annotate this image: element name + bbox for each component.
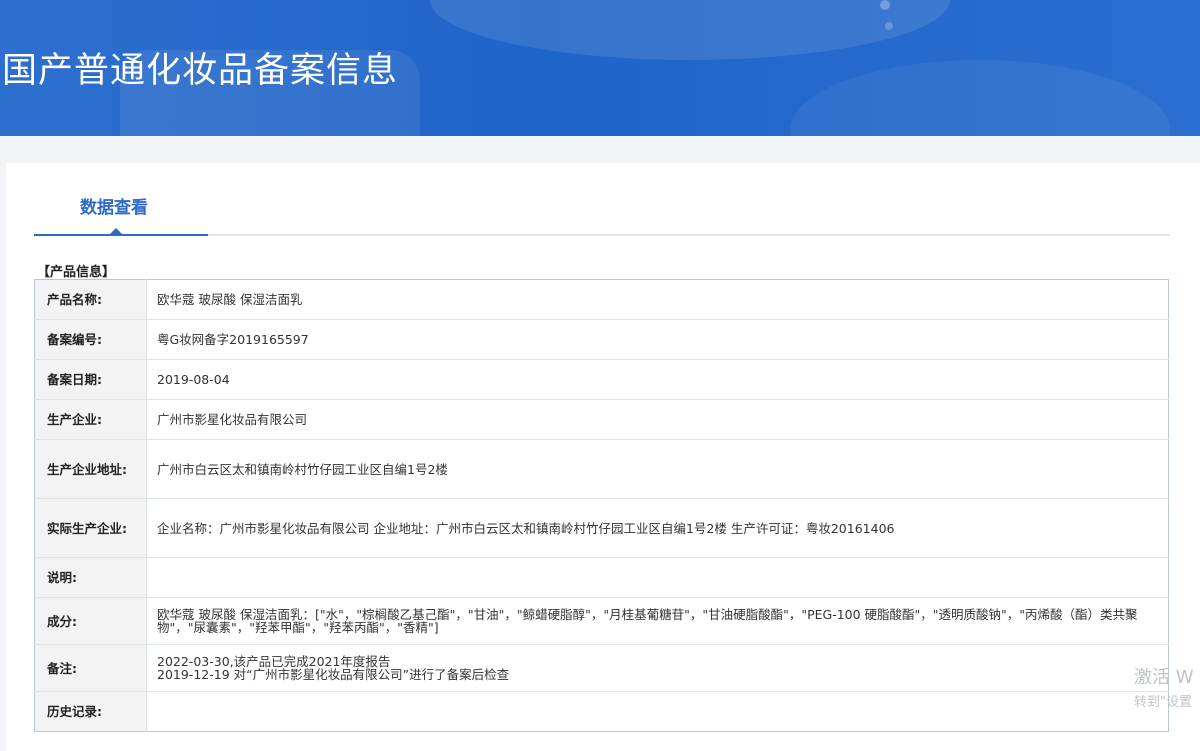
- row-value: [147, 692, 1169, 732]
- table-row: 备案日期: 2019-08-04: [34, 359, 1169, 400]
- tab-bar: 数据查看: [34, 163, 1170, 236]
- table-row: 备注: 2022-03-30,该产品已完成2021年度报告 2019-12-19…: [34, 644, 1169, 692]
- tab-data-view[interactable]: 数据查看: [34, 163, 208, 236]
- content-panel: 数据查看 【产品信息】 产品名称: 欧华蔻 玻尿酸 保湿洁面乳 备案编号: 粤G…: [6, 163, 1200, 751]
- row-label: 说明:: [34, 557, 147, 598]
- row-label: 产品名称:: [34, 279, 147, 320]
- tab-label: 数据查看: [80, 198, 148, 218]
- page-title: 国产普通化妆品备案信息: [2, 51, 399, 91]
- product-info-table: 产品名称: 欧华蔻 玻尿酸 保湿洁面乳 备案编号: 粤G妆网备字20191655…: [34, 279, 1169, 732]
- banner-decoration: [790, 60, 1170, 136]
- row-value: 欧华蔻 玻尿酸 保湿洁面乳: [146, 279, 1169, 320]
- table-row: 说明:: [34, 557, 1169, 598]
- table-row: 产品名称: 欧华蔻 玻尿酸 保湿洁面乳: [34, 279, 1169, 320]
- row-label: 成分:: [34, 597, 147, 645]
- remark-line: 2019-12-19 对“广州市影星化妆品有限公司”进行了备案后检查: [157, 667, 510, 682]
- banner-dot: [885, 22, 893, 30]
- section-title: 【产品信息】: [37, 265, 116, 280]
- row-label: 备案编号:: [34, 319, 147, 360]
- row-value: 2019-08-04: [146, 359, 1169, 400]
- table-row: 实际生产企业: 企业名称：广州市影星化妆品有限公司 企业地址：广州市白云区太和镇…: [34, 498, 1169, 558]
- row-value: 粤G妆网备字2019165597: [146, 319, 1169, 360]
- header-banner: 国产普通化妆品备案信息: [0, 0, 1200, 136]
- row-value: 广州市白云区太和镇南岭村竹仔园工业区自编1号2楼: [146, 439, 1169, 499]
- row-label: 生产企业:: [34, 399, 147, 440]
- row-label: 实际生产企业:: [34, 498, 147, 558]
- row-value: 广州市影星化妆品有限公司: [146, 399, 1169, 440]
- row-label: 备注:: [34, 644, 147, 692]
- banner-dot: [880, 0, 890, 10]
- table-row: 生产企业: 广州市影星化妆品有限公司: [34, 399, 1169, 440]
- table-row: 生产企业地址: 广州市白云区太和镇南岭村竹仔园工业区自编1号2楼: [34, 439, 1169, 499]
- table-row: 成分: 欧华蔻 玻尿酸 保湿洁面乳：["水"，"棕榈酸乙基己酯"，"甘油"，"鲸…: [34, 597, 1169, 645]
- banner-decoration: [430, 0, 950, 60]
- row-value: 2022-03-30,该产品已完成2021年度报告 2019-12-19 对“广…: [146, 644, 1169, 692]
- row-value: 企业名称：广州市影星化妆品有限公司 企业地址：广州市白云区太和镇南岭村竹仔园工业…: [146, 498, 1169, 558]
- row-label: 历史记录:: [34, 691, 147, 732]
- table-row: 备案编号: 粤G妆网备字2019165597: [34, 319, 1169, 360]
- tab-active-caret: [110, 228, 122, 234]
- row-value: 欧华蔻 玻尿酸 保湿洁面乳：["水"，"棕榈酸乙基己酯"，"甘油"，"鲸蜡硬脂醇…: [146, 597, 1169, 645]
- row-label: 生产企业地址:: [34, 439, 147, 499]
- row-label: 备案日期:: [34, 359, 147, 400]
- table-row: 历史记录:: [34, 691, 1169, 732]
- row-value: [146, 557, 1169, 598]
